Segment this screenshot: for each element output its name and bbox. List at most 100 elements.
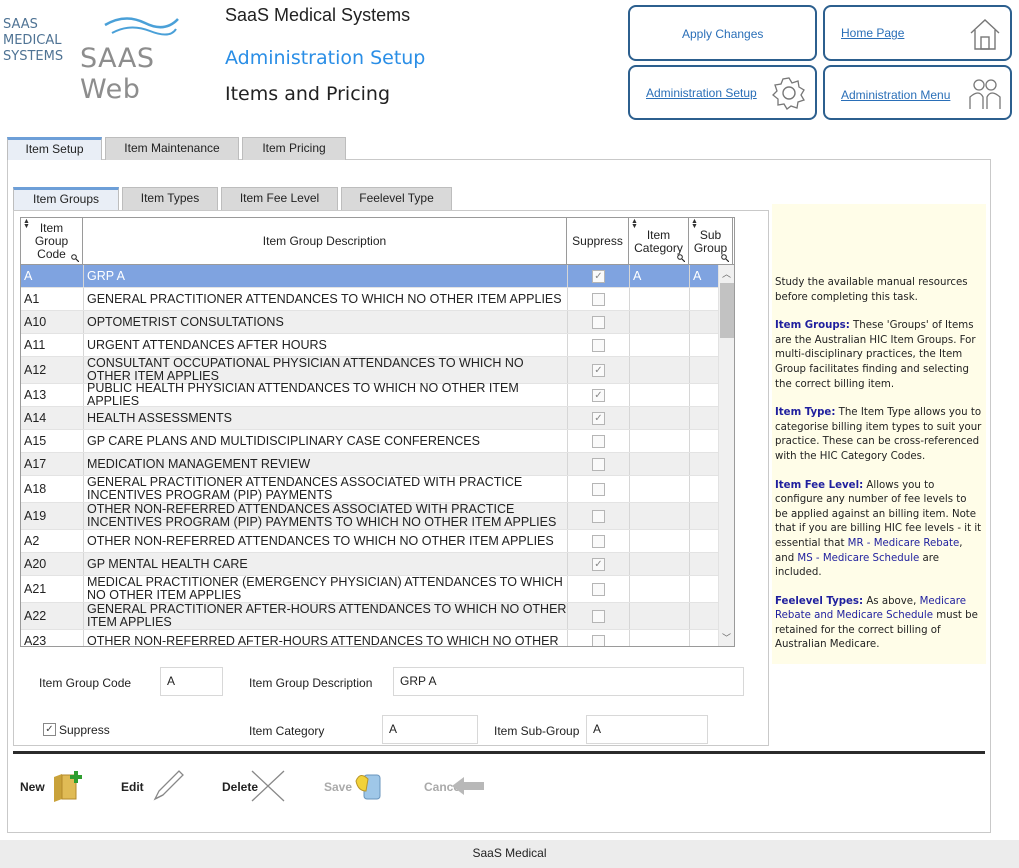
cell-suppress xyxy=(567,476,629,502)
save-button[interactable]: Save xyxy=(324,769,388,805)
cell-suppress xyxy=(567,576,629,602)
administration-setup-button[interactable]: Administration Setup xyxy=(628,65,817,120)
cell-suppress: ✓ xyxy=(567,357,629,383)
help-item-type: Item Type: The Item Type allows you to c… xyxy=(775,407,982,462)
table-row[interactable]: A19 OTHER NON-REFERRED ATTENDANCES ASSOCI… xyxy=(21,503,734,530)
table-row[interactable]: A17 MEDICATION MANAGEMENT REVIEW xyxy=(21,453,734,476)
logo: SAAS MEDICAL SYSTEMS SAAS Web xyxy=(0,3,218,105)
cell-item-group-description: CONSULTANT OCCUPATIONAL PHYSICIAN ATTEND… xyxy=(83,357,567,383)
help-intro: Study the available manual resources bef… xyxy=(775,277,968,303)
cell-item-group-code: A13 xyxy=(24,387,47,402)
filter-search-icon[interactable] xyxy=(677,254,685,262)
header-item-group-code[interactable]: ▲ ▼ Item Group Code xyxy=(21,218,83,265)
cell-item-category xyxy=(629,453,689,475)
sort-icon[interactable]: ▲ ▼ xyxy=(631,218,638,230)
scrollbar-thumb[interactable] xyxy=(720,283,734,338)
save-icon xyxy=(355,774,381,800)
table-row[interactable]: A18 GENERAL PRACTITIONER ATTENDANCES ASSO… xyxy=(21,476,734,503)
table-row[interactable]: A21 MEDICAL PRACTITIONER (EMERGENCY PHYSI… xyxy=(21,576,734,603)
item-sub-group-input[interactable]: A xyxy=(586,715,708,744)
cell-suppress xyxy=(567,430,629,452)
suppress-checkbox xyxy=(592,482,605,496)
grid-header: ▲ ▼ Item Group Code Item Group Descriptio… xyxy=(21,218,734,265)
tab-item-setup[interactable]: Item Setup xyxy=(7,137,102,160)
cell-item-group-description: GENERAL PRACTITIONER ATTENDANCES ASSOCIA… xyxy=(83,476,567,502)
item-sub-group-label: Item Sub-Group xyxy=(494,724,580,738)
table-row[interactable]: A GRP A ✓ A A xyxy=(21,265,734,288)
header-suppress[interactable]: Suppress xyxy=(567,218,629,265)
cell-item-category xyxy=(629,430,689,452)
cell-suppress xyxy=(567,603,629,629)
cell-item-category xyxy=(629,530,689,552)
item-groups-grid: ▲ ▼ Item Group Code Item Group Descriptio… xyxy=(20,217,735,647)
cell-item-category xyxy=(629,503,689,529)
pencil-icon xyxy=(153,770,184,801)
grid-scrollbar[interactable]: ︿ ﹀ xyxy=(718,265,734,646)
suppress-checkbox xyxy=(592,634,605,646)
cell-item-category xyxy=(629,407,689,429)
cell-item-category xyxy=(629,384,689,406)
filter-search-icon[interactable] xyxy=(71,254,79,262)
suppress-checkbox xyxy=(592,582,605,596)
cell-item-group-description: HEALTH ASSESSMENTS xyxy=(83,407,567,429)
cell-item-group-code: A17 xyxy=(24,456,47,471)
header-sub-group[interactable]: ▲ ▼ Sub Group xyxy=(689,218,733,265)
help-panel: Study the available manual resources bef… xyxy=(772,204,986,664)
action-divider xyxy=(13,751,985,754)
home-page-button[interactable]: Home Page xyxy=(823,5,1012,61)
table-row[interactable]: A2 OTHER NON-REFERRED ATTENDANCES TO WHIC… xyxy=(21,530,734,553)
cell-item-group-code: A21 xyxy=(24,581,47,596)
sort-icon[interactable]: ▲ ▼ xyxy=(691,218,698,230)
cancel-button[interactable]: Cancel xyxy=(424,769,488,805)
suppress-checkbox xyxy=(592,457,605,471)
help-item-groups: Item Groups: These 'Groups' of Items are… xyxy=(775,320,976,390)
suppress-checkbox xyxy=(592,292,605,306)
table-row[interactable]: A12 CONSULTANT OCCUPATIONAL PHYSICIAN ATT… xyxy=(21,357,734,384)
delete-x-icon xyxy=(251,770,285,802)
table-row[interactable]: A23 OTHER NON-REFERRED AFTER-HOURS ATTEND… xyxy=(21,630,734,647)
item-group-description-input[interactable]: GRP A xyxy=(393,667,744,696)
tab-item-groups[interactable]: Item Groups xyxy=(13,187,119,210)
suppress-checkbox: ✓ xyxy=(592,388,605,402)
table-row[interactable]: A11 URGENT ATTENDANCES AFTER HOURS xyxy=(21,334,734,357)
tab-feelevel-type[interactable]: Feelevel Type xyxy=(341,187,452,210)
tab-item-pricing[interactable]: Item Pricing xyxy=(242,137,346,160)
apply-changes-button[interactable]: Apply Changes xyxy=(628,5,817,61)
table-row[interactable]: A13 PUBLIC HEALTH PHYSICIAN ATTENDANCES T… xyxy=(21,382,734,408)
logo-small-text: SAAS MEDICAL SYSTEMS xyxy=(3,17,64,64)
scroll-up-icon[interactable]: ︿ xyxy=(722,267,731,280)
cell-item-group-description: GP CARE PLANS AND MULTIDISCIPLINARY CASE… xyxy=(83,430,567,452)
administration-menu-button[interactable]: Administration Menu xyxy=(823,65,1012,120)
filter-search-icon[interactable] xyxy=(721,254,729,262)
header-item-group-description[interactable]: Item Group Description xyxy=(83,218,567,265)
table-row[interactable]: A14 HEALTH ASSESSMENTS ✓ xyxy=(21,407,734,430)
cell-item-group-code: A23 xyxy=(24,633,47,647)
table-row[interactable]: A22 GENERAL PRACTITIONER AFTER-HOURS ATTE… xyxy=(21,603,734,630)
scroll-down-icon[interactable]: ﹀ xyxy=(722,631,731,644)
header-item-category[interactable]: ▲ ▼ Item Category xyxy=(629,218,689,265)
table-row[interactable]: A1 GENERAL PRACTITIONER ATTENDANCES TO WH… xyxy=(21,288,734,311)
tab-item-types[interactable]: Item Types xyxy=(122,187,218,210)
item-category-input[interactable]: A xyxy=(382,715,478,744)
cell-item-group-description: URGENT ATTENDANCES AFTER HOURS xyxy=(83,334,567,356)
table-row[interactable]: A10 OPTOMETRIST CONSULTATIONS xyxy=(21,311,734,334)
sort-icon[interactable]: ▲ ▼ xyxy=(23,218,30,230)
table-row[interactable]: A15 GP CARE PLANS AND MULTIDISCIPLINARY C… xyxy=(21,430,734,453)
new-button[interactable]: New xyxy=(20,769,84,805)
table-row[interactable]: A20 GP MENTAL HEALTH CARE ✓ xyxy=(21,553,734,576)
delete-button[interactable]: Delete xyxy=(222,769,286,805)
tab-item-maintenance[interactable]: Item Maintenance xyxy=(105,137,239,160)
cell-item-group-code: A2 xyxy=(24,533,40,548)
cell-item-group-description: GRP A xyxy=(83,265,567,287)
edit-button[interactable]: Edit xyxy=(121,769,185,805)
suppress-checkbox: ✓ xyxy=(592,557,605,571)
suppress-checkbox[interactable]: ✓ xyxy=(43,723,56,736)
item-group-code-input[interactable]: A xyxy=(160,667,223,696)
cell-item-group-code: A20 xyxy=(24,556,47,571)
suppress-label: Suppress xyxy=(59,723,110,737)
cell-item-category xyxy=(629,476,689,502)
suppress-checkbox: ✓ xyxy=(592,411,605,425)
tab-item-fee-level[interactable]: Item Fee Level xyxy=(221,187,338,210)
cell-item-category xyxy=(629,576,689,602)
footer: SaaS Medical xyxy=(0,840,1019,868)
